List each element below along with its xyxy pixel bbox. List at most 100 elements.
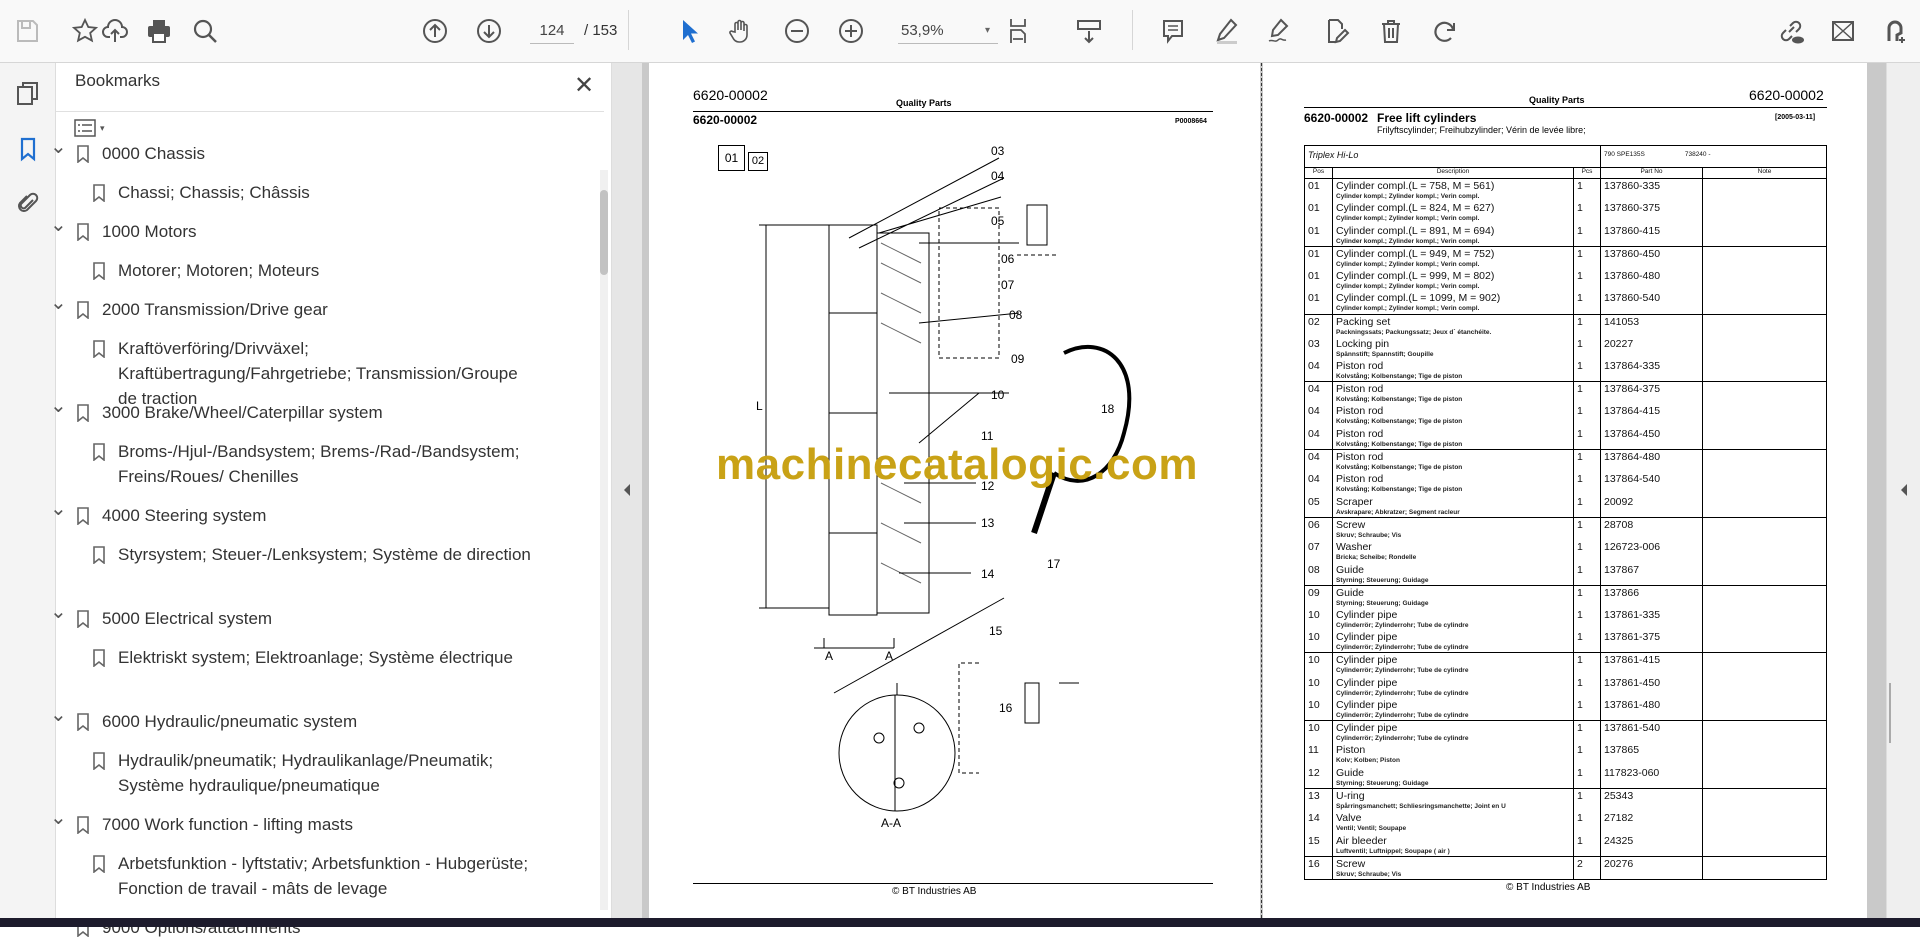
part-no-cell: 137865: [1604, 744, 1640, 757]
chevron-down-icon[interactable]: ⌄: [50, 291, 67, 316]
bookmarks-panel: Bookmarks ✕ ▾ ⌄ 0000 Chassis Chassi; Chass…: [50, 63, 612, 938]
note-cell: [1702, 268, 1827, 292]
callout-label: 15: [989, 624, 1003, 638]
pcs-cell: 1: [1577, 608, 1583, 621]
previous-page-button[interactable]: [418, 14, 452, 48]
description-cell: U-ring: [1336, 790, 1365, 803]
fit-page-icon[interactable]: [1002, 14, 1036, 48]
highlight-icon[interactable]: [1210, 14, 1244, 48]
bookmark-options-button[interactable]: ▾: [74, 115, 116, 141]
hand-tool-icon[interactable]: [724, 14, 758, 48]
table-row: 07 Washer Bricka; Scheibe; Rondelle 1 126723…: [1304, 540, 1827, 563]
cloud-upload-icon[interactable]: [98, 14, 132, 48]
bookmark-item[interactable]: ⌄ 6000 Hydraulic/pneumatic system: [50, 704, 542, 734]
comment-icon[interactable]: [1156, 14, 1190, 48]
part-no-cell: 137864-540: [1604, 473, 1661, 486]
chevron-down-icon[interactable]: ⌄: [50, 806, 67, 831]
part-no-cell: 137861-450: [1604, 676, 1661, 689]
chevron-down-icon[interactable]: ⌄: [50, 600, 67, 625]
bookmark-item[interactable]: ⌄ 5000 Electrical system: [50, 601, 542, 631]
description-cell: Cylinder compl.(L = 891, M = 694): [1336, 224, 1495, 237]
bookmark-item[interactable]: ⌄ 0000 Chassis: [50, 136, 542, 166]
pcs-cell: 1: [1577, 292, 1583, 305]
bookmark-subitem[interactable]: Broms-/Hjul-/Bandsystem; Brems-/Rad-/Ban…: [93, 439, 538, 489]
description-cell: Piston rod: [1336, 383, 1384, 396]
zoom-out-button[interactable]: [780, 14, 814, 48]
bookmark-item[interactable]: ⌄ 4000 Steering system: [50, 498, 542, 528]
callout-label: 04: [991, 169, 1005, 183]
star-icon[interactable]: [68, 14, 102, 48]
print-icon[interactable]: [142, 14, 176, 48]
chevron-down-icon[interactable]: ⌄: [50, 213, 67, 238]
chevron-down-icon[interactable]: ⌄: [50, 394, 67, 419]
bookmark-subitem[interactable]: Styrsystem; Steuer-/Lenksystem; Système …: [93, 542, 538, 567]
sign-icon[interactable]: [1262, 14, 1296, 48]
search-icon[interactable]: [188, 14, 222, 48]
bookmark-icon: [92, 649, 106, 674]
expand-tools-icon[interactable]: [1899, 483, 1909, 497]
note-cell: [1702, 584, 1827, 608]
select-tool-icon[interactable]: [672, 14, 706, 48]
bookmark-label: 0000 Chassis: [102, 144, 206, 163]
pcs-cell: 1: [1577, 541, 1583, 553]
part-no-cell: 20092: [1604, 495, 1634, 508]
share-link-icon[interactable]: [1774, 14, 1808, 48]
page-thumbnails-icon[interactable]: [12, 77, 44, 109]
bookmark-subitem[interactable]: Motorer; Motoren; Moteurs: [93, 258, 538, 283]
chevron-down-icon[interactable]: ⌄: [50, 703, 67, 728]
bookmark-item[interactable]: ⌄ 7000 Work function - lifting masts: [50, 807, 542, 837]
close-icon[interactable]: ✕: [574, 71, 594, 100]
document-scrollbar[interactable]: [1889, 683, 1891, 743]
chevron-down-icon[interactable]: ⌄: [50, 135, 67, 160]
description-cell: Screw: [1336, 857, 1366, 870]
bookmark-subitem[interactable]: Arbetsfunktion - lyftstativ; Arbetsfunkt…: [93, 851, 538, 901]
attachments-icon[interactable]: [12, 187, 44, 219]
pos-cell: 01: [1308, 247, 1320, 260]
bookmark-subitem[interactable]: Elektriskt system; Elektroanlage; Systèm…: [93, 645, 538, 670]
rotate-icon[interactable]: [1428, 14, 1462, 48]
bookmark-item[interactable]: ⌄ 3000 Brake/Wheel/Caterpillar system: [50, 395, 542, 425]
bookmark-icon: [76, 223, 90, 248]
pcs-cell: 1: [1577, 563, 1583, 576]
collapse-panel-icon[interactable]: [622, 483, 632, 497]
bookmark-icon: [92, 752, 106, 777]
add-user-icon[interactable]: [1878, 14, 1912, 48]
right-pane-toggle[interactable]: [1886, 63, 1920, 918]
pos-cell: 02: [1308, 315, 1320, 328]
section-label: A: [825, 649, 833, 663]
description-translation: Styrning; Steuerung; Guidage: [1336, 576, 1429, 584]
zoom-level-select[interactable]: 53,9% ▾: [898, 18, 998, 44]
callout-label: 09: [1011, 352, 1025, 366]
description-cell: Scraper: [1336, 495, 1373, 508]
bookmark-item[interactable]: ⌄ 1000 Motors: [50, 214, 542, 244]
note-cell: [1702, 494, 1827, 518]
bookmarks-icon[interactable]: [12, 133, 44, 165]
pos-cell: 10: [1308, 699, 1320, 712]
bookmarks-scrollbar[interactable]: [600, 170, 608, 910]
edit-pdf-icon[interactable]: [1320, 14, 1354, 48]
panel-splitter[interactable]: [612, 63, 642, 918]
zoom-in-button[interactable]: [834, 14, 868, 48]
chevron-down-icon[interactable]: ⌄: [50, 497, 67, 522]
bookmark-subitem[interactable]: Chassi; Chassis; Châssis: [93, 180, 538, 205]
note-cell: [1702, 359, 1827, 382]
table-row: 10 Cylinder pipe Cylinderrör; Zylinderrohr…: [1304, 675, 1827, 699]
note-cell: [1702, 178, 1827, 202]
bookmark-label: Hydraulik/pneumatik; Hydraulikanlage/Pne…: [118, 751, 494, 795]
pos-cell: 10: [1308, 631, 1320, 644]
email-icon[interactable]: [1826, 14, 1860, 48]
next-page-button[interactable]: [472, 14, 506, 48]
pos-cell: 10: [1308, 722, 1320, 735]
delete-icon[interactable]: [1374, 14, 1408, 48]
page-number-input[interactable]: 124: [530, 18, 574, 44]
bookmarks-scrollbar-thumb[interactable]: [600, 190, 608, 275]
table-row: 12 Guide Styrning; Steuerung; Guidage 1 1178…: [1304, 765, 1827, 789]
bookmark-subitem[interactable]: Hydraulik/pneumatik; Hydraulikanlage/Pne…: [93, 748, 538, 798]
save-icon[interactable]: [10, 14, 44, 48]
table-row: 03 Locking pin Spännstift; Spannstift; Gou…: [1304, 336, 1827, 360]
bookmark-item[interactable]: ⌄ 2000 Transmission/Drive gear: [50, 292, 542, 322]
pcs-cell: 1: [1577, 428, 1583, 441]
pcs-cell: 1: [1577, 790, 1583, 803]
table-row: 04 Piston rod Kolvstång; Kolbenstange; Tig…: [1304, 449, 1827, 473]
scroll-mode-icon[interactable]: [1072, 14, 1106, 48]
